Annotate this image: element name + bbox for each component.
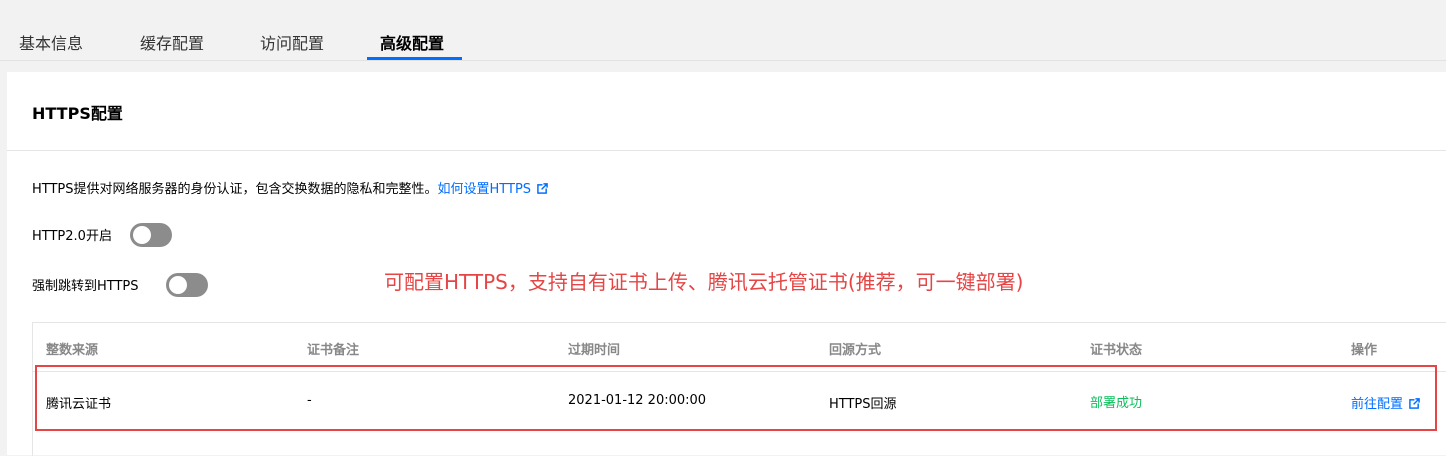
https-description: HTTPS提供对网络服务器的身份认证，包含交换数据的隐私和完整性。如何设置HTT… [32,178,549,197]
toggle-knob [169,276,187,294]
column-header-expire: 过期时间 [568,343,621,358]
tab-basic-info[interactable]: 基本信息 [19,30,83,54]
http2-toggle[interactable] [130,223,172,247]
tab-access-config[interactable]: 访问配置 [260,30,324,54]
tab-cache-config[interactable]: 缓存配置 [140,30,204,54]
help-link[interactable]: 如何设置HTTPS [438,182,549,197]
panel-title: HTTPS配置 [32,104,123,123]
column-header-action: 操作 [1351,343,1378,358]
tab-advanced-config[interactable]: 高级配置 [380,30,444,54]
toggle-knob [133,226,151,244]
table-header-divider [33,371,1446,372]
description-text: HTTPS提供对网络服务器的身份认证，包含交换数据的隐私和完整性。 [32,182,438,197]
force-https-label: 强制跳转到HTTPS [32,279,139,294]
http2-label: HTTP2.0开启 [32,229,112,244]
panel-header: HTTPS配置 [7,72,1446,151]
go-configure-label: 前往配置 [1351,397,1404,412]
certificate-table: 整数来源 证书备注 过期时间 回源方式 证书状态 操作 腾讯云证书 - 2021… [32,322,1446,456]
go-configure-link[interactable]: 前往配置 [1351,393,1421,412]
cell-expire: 2021-01-12 20:00:00 [568,393,707,408]
external-link-icon [1409,398,1421,409]
column-header-origin: 回源方式 [829,343,882,358]
tab-bar: 基本信息 缓存配置 访问配置 高级配置 [0,0,1446,61]
active-tab-indicator [367,57,462,60]
column-header-status: 证书状态 [1090,343,1143,358]
status-badge: 部署成功 [1090,396,1143,411]
cell-origin: HTTPS回源 [829,397,897,412]
cell-source: 腾讯云证书 [46,397,112,412]
cell-remark: - [307,393,312,408]
https-config-panel: HTTPS配置 HTTPS提供对网络服务器的身份认证，包含交换数据的隐私和完整性… [7,72,1446,456]
force-https-toggle[interactable] [166,273,208,297]
help-link-label: 如何设置HTTPS [437,182,532,197]
annotation-text: 可配置HTTPS，支持自有证书上传、腾讯云托管证书(推荐，可一键部署) [384,270,1024,294]
column-header-source: 整数来源 [46,343,99,358]
external-link-icon [537,183,549,194]
column-header-remark: 证书备注 [307,343,360,358]
